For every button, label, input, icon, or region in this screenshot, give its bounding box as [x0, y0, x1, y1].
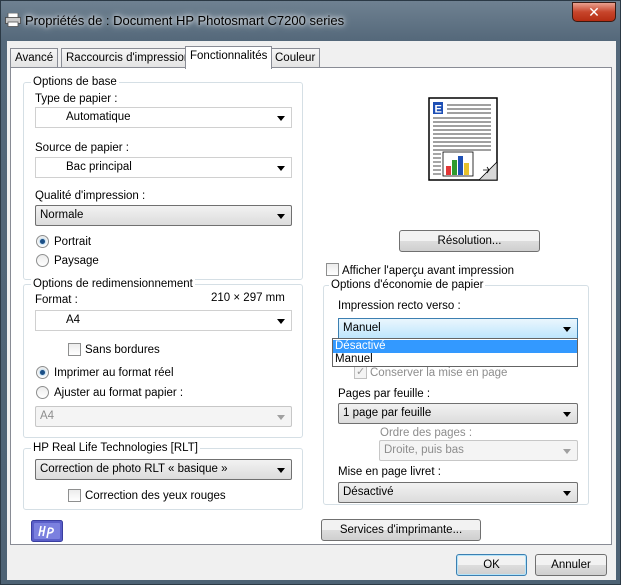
- chevron-down-icon: [277, 415, 285, 420]
- close-button[interactable]: ✕: [572, 2, 616, 22]
- keep-layout-checkbox[interactable]: ✓: [354, 366, 367, 379]
- ok-button[interactable]: OK: [456, 554, 527, 576]
- paper-source-label: Source de papier :: [35, 142, 129, 154]
- quality-value: Normale: [40, 209, 84, 221]
- rlt-correction-value: Correction de photo RLT « basique »: [40, 463, 228, 475]
- format-value: A4: [66, 314, 81, 326]
- paper-source-value: Bac principal: [66, 161, 132, 173]
- close-icon: ✕: [588, 4, 600, 20]
- actual-size-radio[interactable]: [36, 366, 49, 379]
- hp-logo: [31, 520, 63, 542]
- rlt-correction-select[interactable]: Correction de photo RLT « basique »: [35, 459, 292, 480]
- landscape-label: Paysage: [54, 255, 99, 267]
- duplex-dropdown-list: Désactivé Manuel: [332, 338, 578, 367]
- printer-services-button[interactable]: Services d'imprimante...: [321, 519, 481, 541]
- resize-options-title: Options de redimensionnement: [31, 278, 195, 291]
- chevron-down-icon: [277, 468, 285, 473]
- booklet-select[interactable]: Désactivé: [338, 482, 578, 503]
- printer-properties-window: Propriétés de : Document HP Photosmart C…: [0, 0, 621, 585]
- svg-text:E: E: [435, 104, 442, 116]
- chevron-down-icon: [277, 116, 285, 121]
- page-order-select[interactable]: Droite, puis bas: [379, 440, 578, 461]
- preview-checkbox[interactable]: [326, 263, 339, 276]
- format-dimensions: 210 × 297 mm: [211, 292, 285, 304]
- booklet-value: Désactivé: [343, 486, 394, 498]
- duplex-option-manuel[interactable]: Manuel: [333, 353, 577, 366]
- paper-saving-title: Options d'économie de papier: [329, 279, 486, 292]
- page-order-label: Ordre des pages :: [380, 427, 473, 439]
- features-tab-page: Options de base Type de papier : Automat…: [10, 67, 612, 545]
- quality-label: Qualité d'impression :: [35, 190, 146, 202]
- format-select[interactable]: A4: [35, 310, 292, 331]
- borderless-label: Sans bordures: [85, 344, 160, 356]
- tab-fonctionnalites[interactable]: Fonctionnalités: [185, 46, 273, 69]
- redeye-label: Correction des yeux rouges: [85, 490, 226, 502]
- chevron-down-icon: [277, 319, 285, 324]
- actual-size-label: Imprimer au format réel: [54, 367, 174, 379]
- duplex-option-desactive[interactable]: Désactivé: [333, 340, 577, 353]
- portrait-label: Portrait: [54, 236, 92, 248]
- pages-per-sheet-label: Pages par feuille :: [338, 388, 431, 400]
- dialog-client: Avancé Raccourcis d'impression Fonctionn…: [7, 41, 616, 580]
- tab-couleur[interactable]: Couleur: [270, 48, 321, 68]
- chevron-down-icon: [563, 491, 571, 496]
- tab-strip: Avancé Raccourcis d'impression Fonctionn…: [7, 46, 616, 69]
- printer-icon: [5, 13, 21, 27]
- chevron-down-icon: [277, 214, 285, 219]
- fit-paper-select[interactable]: A4: [35, 406, 292, 427]
- reallife-title: HP Real Life Technologies [RLT]: [31, 442, 200, 455]
- fit-to-paper-label: Ajuster au format papier :: [54, 387, 184, 399]
- chevron-down-icon: [563, 327, 571, 332]
- format-label: Format :: [35, 294, 78, 306]
- redeye-checkbox[interactable]: [68, 489, 81, 502]
- preview-label: Afficher l'aperçu avant impression: [342, 265, 515, 277]
- duplex-label: Impression recto verso :: [338, 300, 461, 312]
- duplex-value: Manuel: [343, 322, 381, 334]
- resolution-button[interactable]: Résolution...: [399, 230, 540, 252]
- fit-paper-value: A4: [40, 410, 55, 422]
- tab-avance[interactable]: Avancé: [10, 48, 59, 68]
- window-title: Propriétés de : Document HP Photosmart C…: [25, 13, 345, 28]
- chevron-down-icon: [563, 449, 571, 454]
- pages-per-sheet-select[interactable]: 1 page par feuille: [338, 403, 578, 424]
- tab-raccourcis[interactable]: Raccourcis d'impression: [61, 48, 196, 68]
- landscape-radio[interactable]: [36, 254, 49, 267]
- portrait-radio[interactable]: [36, 235, 49, 248]
- fit-to-paper-radio[interactable]: [36, 386, 49, 399]
- basic-options-title: Options de base: [31, 76, 119, 89]
- chevron-down-icon: [563, 412, 571, 417]
- borderless-checkbox[interactable]: [68, 343, 81, 356]
- booklet-label: Mise en page livret :: [338, 466, 441, 478]
- paper-type-select[interactable]: Automatique: [35, 107, 292, 128]
- title-bar[interactable]: Propriétés de : Document HP Photosmart C…: [1, 1, 620, 43]
- page-order-value: Droite, puis bas: [384, 444, 464, 456]
- document-preview-icon: E: [428, 97, 498, 181]
- quality-select[interactable]: Normale: [35, 205, 292, 226]
- paper-type-label: Type de papier :: [35, 93, 118, 105]
- chevron-down-icon: [277, 166, 285, 171]
- paper-type-value: Automatique: [66, 111, 131, 123]
- cancel-button[interactable]: Annuler: [535, 554, 607, 576]
- pages-per-sheet-value: 1 page par feuille: [343, 407, 432, 419]
- duplex-select[interactable]: Manuel: [338, 318, 578, 339]
- keep-layout-label: Conserver la mise en page: [370, 367, 508, 379]
- paper-source-select[interactable]: Bac principal: [35, 157, 292, 178]
